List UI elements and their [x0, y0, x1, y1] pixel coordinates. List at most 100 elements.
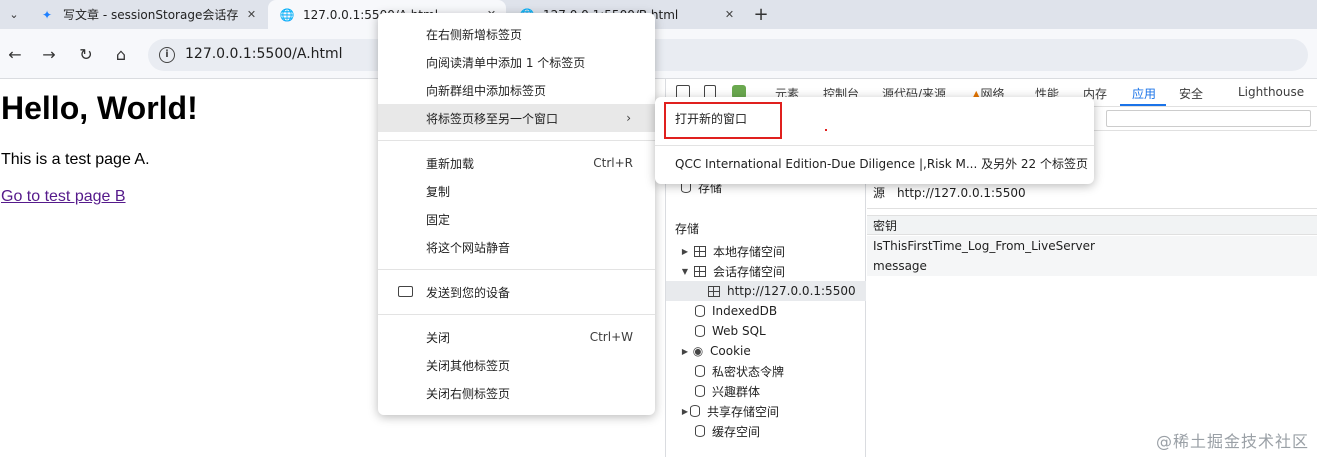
menu-item-add-to-reading-list[interactable]: 向阅读清单中添加 1 个标签页 — [378, 48, 655, 76]
menu-item-move-to-window[interactable]: 将标签页移至另一个窗口 › — [378, 104, 655, 132]
submenu-item-existing-window[interactable]: QCC International Edition-Due Diligence … — [655, 149, 1094, 177]
filter-input[interactable] — [1106, 110, 1311, 127]
menu-item-add-to-new-group[interactable]: 向新群组中添加标签页 — [378, 76, 655, 104]
menu-item-send-to-devices[interactable]: 发送到您的设备 — [378, 278, 655, 306]
chevron-right-icon[interactable]: ▶ — [680, 347, 690, 356]
origin-value: http://127.0.0.1:5500 — [897, 185, 1026, 200]
juejin-icon: ✦ — [41, 7, 53, 22]
cookie-icon: ◉ — [692, 344, 704, 358]
tab-security[interactable]: 安全 — [1179, 85, 1203, 102]
tab-context-menu: 在右侧新增标签页 向阅读清单中添加 1 个标签页 向新群组中添加标签页 将标签页… — [378, 13, 655, 415]
sidebar-item-label: Web SQL — [712, 324, 766, 338]
menu-item-label: 发送到您的设备 — [426, 285, 511, 300]
table-header-key[interactable]: 密钥 — [867, 215, 1317, 235]
menu-item-reload[interactable]: 重新加载 Ctrl+R — [378, 149, 655, 177]
menu-item-label: 向新群组中添加标签页 — [426, 83, 547, 98]
menu-divider — [378, 269, 655, 270]
menu-item-pin[interactable]: 固定 — [378, 205, 655, 233]
sidebar-item-label: IndexedDB — [712, 304, 778, 318]
menu-item-duplicate[interactable]: 复制 — [378, 177, 655, 205]
menu-item-close-right[interactable]: 关闭右侧标签页 — [378, 379, 655, 407]
menu-item-new-tab-right[interactable]: 在右侧新增标签页 — [378, 20, 655, 48]
close-icon[interactable]: ✕ — [245, 8, 258, 21]
active-tab-indicator — [1120, 104, 1166, 106]
globe-icon: 🌐 — [279, 7, 295, 22]
menu-item-label: 关闭 — [426, 330, 451, 345]
forward-arrow-icon[interactable]: → — [39, 44, 59, 64]
table-icon — [708, 285, 720, 297]
menu-item-label: 关闭右侧标签页 — [426, 386, 511, 401]
sidebar-section-storage: 存储 — [675, 222, 700, 236]
move-tab-submenu: 打开新的窗口 QCC International Edition-Due Dil… — [655, 97, 1094, 184]
sidebar-item-label: Cookie — [710, 344, 751, 358]
sidebar-item-shared-storage[interactable]: ▶ 共享存储空间 — [666, 401, 866, 421]
sidebar-item-web-sql[interactable]: Web SQL — [666, 321, 866, 341]
table-row[interactable]: message — [867, 256, 1317, 276]
chevron-down-icon[interactable]: ▼ — [680, 267, 690, 276]
menu-divider — [655, 145, 1094, 146]
tab-lighthouse[interactable]: Lighthouse — [1238, 85, 1304, 99]
menu-item-close-others[interactable]: 关闭其他标签页 — [378, 351, 655, 379]
browser-toolbar: ← → ↻ ⌂ i 127.0.0.1:5500/A.html — [0, 29, 1317, 79]
table-icon — [694, 265, 706, 277]
page-heading: Hello, World! — [1, 90, 198, 126]
database-icon — [695, 365, 705, 377]
new-tab-button[interactable]: + — [750, 3, 772, 25]
tab-title: 写文章 - sessionStorage会话存 — [63, 8, 239, 22]
tab-strip: ⌄ ✦ 写文章 - sessionStorage会话存 ✕ 🌐 127.0.0.… — [0, 0, 1317, 29]
database-icon — [695, 325, 705, 337]
chevron-right-icon[interactable]: ▶ — [680, 247, 690, 256]
chevron-right-icon: › — [626, 111, 631, 125]
submenu-item-label: QCC International Edition-Due Diligence … — [675, 156, 1089, 171]
sidebar-item-session-origin[interactable]: http://127.0.0.1:5500 — [666, 281, 866, 301]
annotation-dot — [825, 129, 827, 131]
menu-shortcut: Ctrl+R — [593, 156, 633, 170]
home-icon[interactable]: ⌂ — [111, 44, 131, 64]
sidebar-item-label: 缓存空间 — [712, 424, 761, 439]
database-icon — [695, 305, 705, 317]
menu-item-mute-site[interactable]: 将这个网站静音 — [378, 233, 655, 261]
sidebar-item-cache-storage[interactable]: 缓存空间 — [666, 421, 866, 441]
sidebar-item-local-storage[interactable]: ▶ 本地存储空间 — [666, 241, 866, 261]
table-icon — [694, 245, 706, 257]
sidebar-item-label: 私密状态令牌 — [712, 364, 785, 379]
menu-item-close[interactable]: 关闭 Ctrl+W — [378, 323, 655, 351]
sidebar-item-interest-groups[interactable]: 兴趣群体 — [666, 381, 866, 401]
menu-item-label: 固定 — [426, 212, 451, 227]
menu-item-label: 将标签页移至另一个窗口 — [426, 111, 559, 126]
table-row[interactable]: IsThisFirstTime_Log_From_LiveServer — [867, 236, 1317, 256]
database-icon — [695, 425, 705, 437]
sidebar-item-session-storage[interactable]: ▼ 会话存储空间 — [666, 261, 866, 281]
go-to-page-b-link[interactable]: Go to test page B — [1, 188, 126, 206]
tab-juejin[interactable]: ✦ 写文章 - sessionStorage会话存 ✕ — [28, 0, 266, 29]
menu-item-label: 重新加载 — [426, 156, 475, 171]
reload-icon[interactable]: ↻ — [76, 44, 96, 64]
database-icon — [695, 385, 705, 397]
origin-label: 源 — [873, 186, 886, 200]
sidebar-item-label: http://127.0.0.1:5500 — [727, 284, 856, 298]
tab-search-dropdown-icon[interactable]: ⌄ — [4, 4, 24, 24]
menu-item-label: 复制 — [426, 184, 451, 199]
database-icon — [690, 405, 700, 417]
watermark: @稀土掘金技术社区 — [1155, 432, 1309, 451]
address-url[interactable]: 127.0.0.1:5500/A.html — [185, 46, 343, 62]
highlight-box — [664, 102, 782, 139]
chevron-right-icon[interactable]: ▶ — [680, 407, 690, 416]
site-info-icon[interactable]: i — [159, 47, 175, 63]
sidebar-item-cookie[interactable]: ▶ ◉ Cookie — [666, 341, 866, 361]
page-paragraph: This is a test page A. — [1, 151, 150, 168]
sidebar-item-indexeddb[interactable]: IndexedDB — [666, 301, 866, 321]
sidebar-item-label: 共享存储空间 — [707, 404, 780, 419]
menu-item-label: 在右侧新增标签页 — [426, 27, 523, 42]
menu-item-label: 将这个网站静音 — [426, 240, 511, 255]
address-bar[interactable]: i 127.0.0.1:5500/A.html — [148, 39, 1308, 71]
menu-item-label: 关闭其他标签页 — [426, 358, 511, 373]
sidebar-item-label: 本地存储空间 — [713, 244, 786, 259]
back-arrow-icon[interactable]: ← — [5, 44, 25, 64]
sidebar-item-private-state-tokens[interactable]: 私密状态令牌 — [666, 361, 866, 381]
tab-application[interactable]: 应用 — [1132, 85, 1156, 102]
menu-divider — [378, 314, 655, 315]
close-icon[interactable]: ✕ — [723, 8, 736, 21]
menu-shortcut: Ctrl+W — [589, 330, 633, 344]
devices-icon — [398, 286, 413, 297]
